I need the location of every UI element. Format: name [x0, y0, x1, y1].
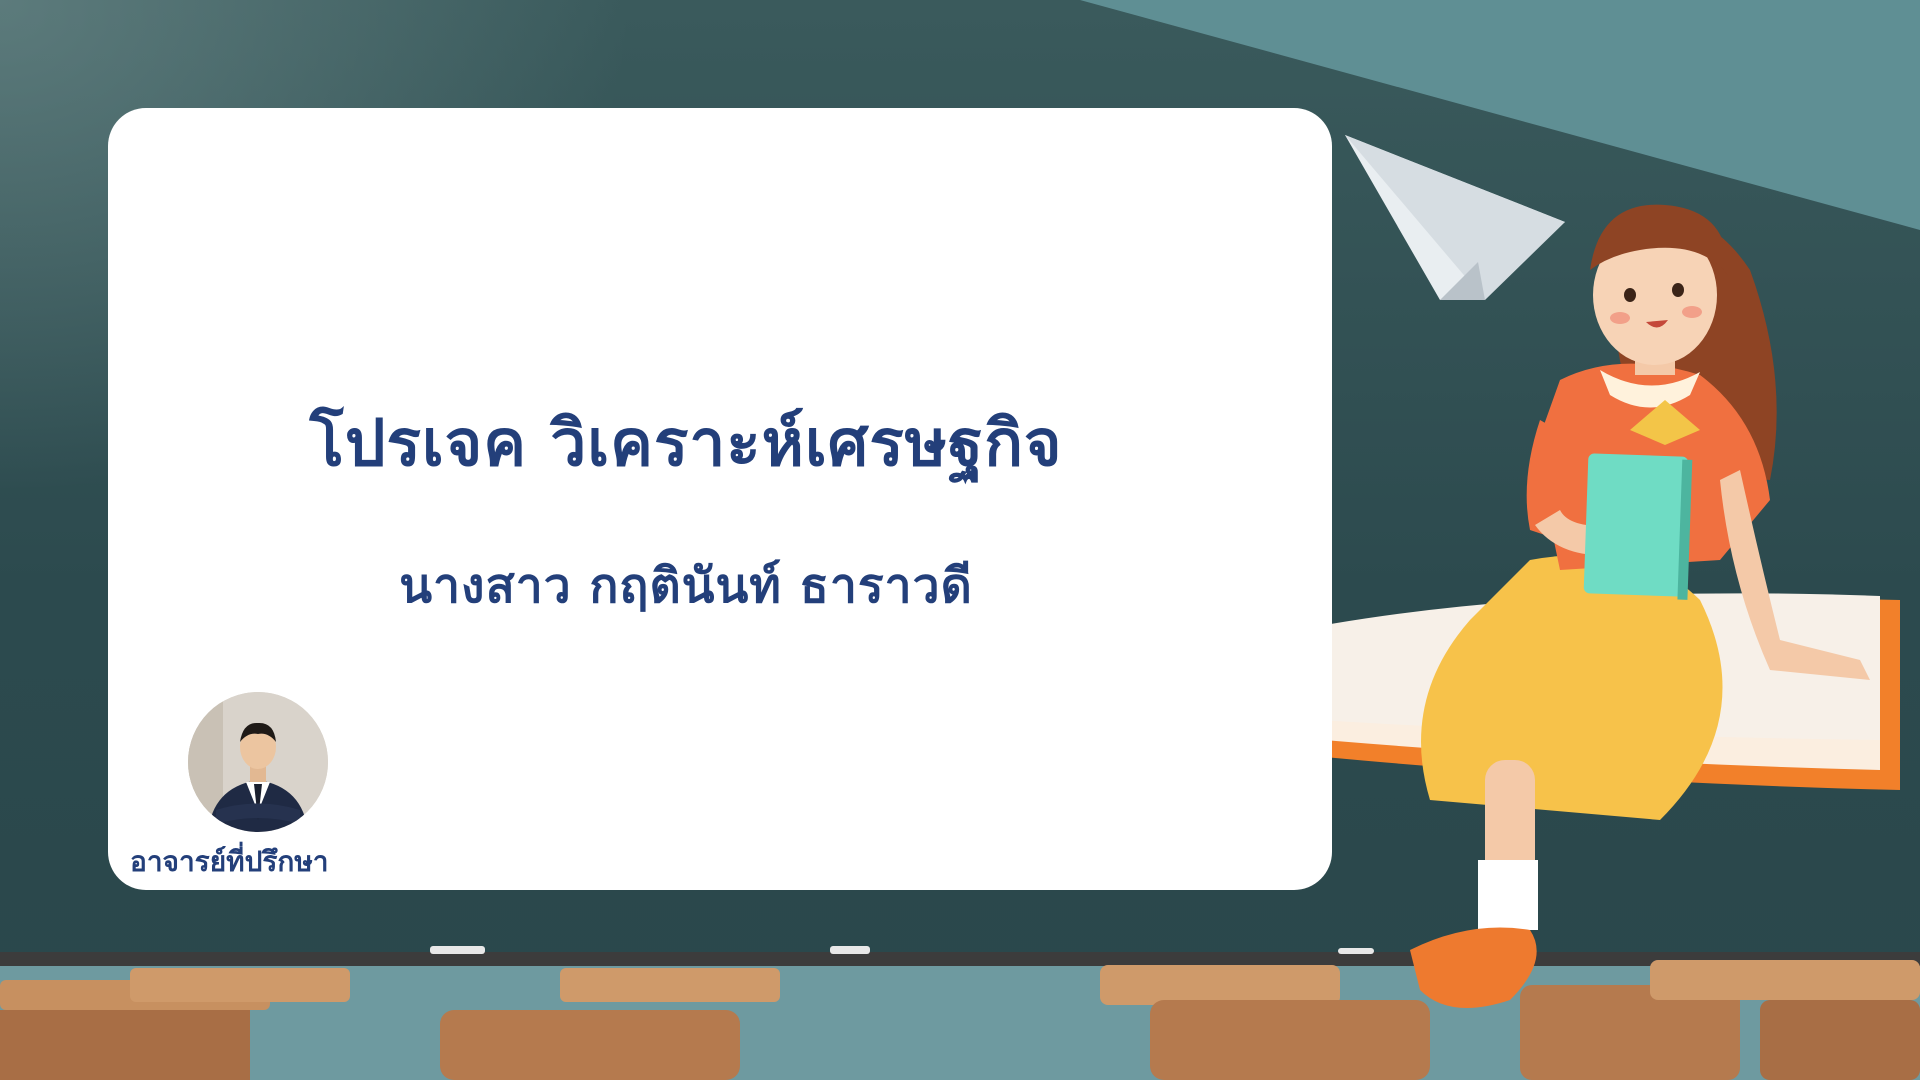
chalk-piece [830, 946, 870, 954]
chalk-ledge [0, 952, 1920, 966]
advisor-photo [188, 692, 328, 832]
slide-title: โปรเจค วิเคราะห์เศรษฐกิจ [309, 407, 1063, 481]
advisor-avatar [188, 692, 328, 832]
chalk-piece [430, 946, 485, 954]
paper-plane-icon [1345, 135, 1565, 300]
chalk-piece [1338, 948, 1374, 954]
advisor-label: อาจารย์ที่ปรึกษา [130, 845, 329, 878]
presenter-name: นางสาว กฤตินันท์ ธาราวดี [399, 558, 973, 614]
